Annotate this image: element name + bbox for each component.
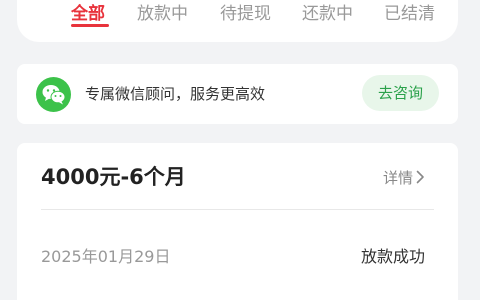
divider bbox=[41, 209, 434, 210]
tab-disbursing[interactable]: 放款中 bbox=[137, 4, 188, 24]
tab-settled[interactable]: 已结清 bbox=[384, 4, 435, 24]
tab-repaying[interactable]: 还款中 bbox=[302, 4, 353, 24]
chevron-right-icon bbox=[416, 170, 424, 184]
loan-status: 放款成功 bbox=[361, 247, 426, 266]
consult-button[interactable]: 去咨询 bbox=[362, 75, 439, 111]
loan-date: 2025年01月29日 bbox=[41, 247, 171, 266]
detail-label: 详情 bbox=[383, 169, 414, 187]
active-tab-indicator bbox=[71, 24, 109, 27]
wechat-icon bbox=[36, 77, 71, 112]
wechat-consultant-banner: 专属微信顾问，服务更高效 去咨询 bbox=[17, 64, 458, 124]
detail-link[interactable]: 详情 bbox=[383, 168, 425, 188]
tab-all[interactable]: 全部 bbox=[71, 4, 105, 24]
loan-record-card[interactable]: 4000元-6个月 详情 2025年01月29日 放款成功 bbox=[17, 143, 458, 300]
wechat-banner-text: 专属微信顾问，服务更高效 bbox=[85, 85, 266, 103]
status-tab-bar: 全部 放款中 待提现 还款中 已结清 bbox=[17, 0, 458, 42]
tab-pending-withdrawal[interactable]: 待提现 bbox=[220, 4, 271, 24]
loan-title: 4000元-6个月 bbox=[41, 165, 186, 189]
